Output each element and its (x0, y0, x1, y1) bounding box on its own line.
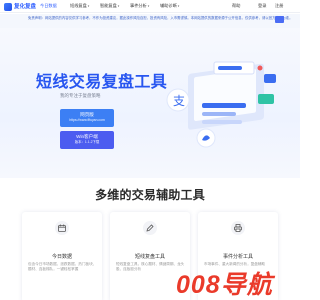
nav-item-event-analysis[interactable]: 事件分析▾ (130, 3, 149, 9)
nav-item-short-review[interactable]: 短线复盘▾ (70, 3, 89, 9)
hero-section: 短线交易复盘工具 我的专注于复盘策略 网页版 https://www.fifuy… (0, 28, 300, 178)
printer-icon (231, 221, 245, 235)
watermark-logo: 008导航 (176, 271, 273, 299)
win-button-version: 版本：1.1.2下载 (74, 139, 100, 144)
calendar-icon (55, 221, 69, 235)
chevron-down-icon: ▾ (147, 4, 150, 8)
nav-label: 短线复盘 (70, 3, 87, 8)
top-navigation: 复化复盘 今日数据 短线复盘▾ 智能复盘▾ 事件分析▾ 辅助诊断▾ 帮助 登录 … (0, 0, 300, 13)
hero-subtitle: 我的专注于复盘策略 (60, 93, 101, 98)
nav-item-diagnosis[interactable]: 辅助诊断▾ (160, 3, 179, 9)
nav-label: 事件分析 (130, 3, 147, 8)
nav-label: 辅助诊断 (160, 3, 177, 8)
nav-label: 今日数据 (40, 3, 57, 8)
notice-bar: 免责声明：网站提供的内容仅供学习参考，不作为投资建议，据此操作风险自担，投资有风… (0, 14, 300, 28)
svg-text:支: 支 (173, 94, 185, 108)
notice-close-button[interactable] (275, 16, 284, 23)
chevron-down-icon: ▾ (117, 4, 120, 8)
hero-illustration: 支 (166, 61, 276, 148)
hero-title: 短线交易复盘工具 (36, 74, 168, 91)
edit-icon (143, 221, 157, 235)
windows-client-button[interactable]: Win客户端 版本：1.1.2下载 (60, 131, 114, 149)
chevron-down-icon: ▾ (177, 4, 180, 8)
register-link[interactable]: 注册 (275, 3, 283, 9)
card-title: 今日数据 (51, 254, 72, 260)
login-link[interactable]: 登录 (258, 3, 266, 9)
nav-item-smart-review[interactable]: 智能复盘▾ (100, 3, 119, 9)
notice-text: 免责声明：网站提供的内容仅供学习参考，不作为投资建议，据此操作风险自担，投资有风… (28, 16, 293, 20)
section-title: 多维的交易辅助工具 (95, 188, 205, 202)
brand-name[interactable]: 复化复盘 (14, 2, 36, 10)
web-version-button[interactable]: 网页版 https://www.fifuyan.com (60, 109, 114, 127)
card-today-data[interactable]: 今日数据 包含今日市场数据、涨跌数据、热门板块、题材、连板梯队，一键轻松掌握 (22, 212, 102, 300)
card-title: 短线复盘工具 (134, 254, 165, 260)
logo-icon[interactable] (4, 3, 12, 11)
card-title: 事件分析工具 (222, 254, 253, 260)
web-button-url: https://www.fifuyan.com (69, 117, 105, 122)
card-description: 包含今日市场数据、涨跌数据、热门板块、题材、连板梯队，一键轻松掌握 (28, 262, 97, 271)
nav-item-today-data[interactable]: 今日数据 (40, 3, 57, 9)
help-link[interactable]: 帮助 (232, 3, 240, 9)
chevron-down-icon: ▾ (87, 4, 90, 8)
nav-label: 智能复盘 (100, 3, 117, 8)
